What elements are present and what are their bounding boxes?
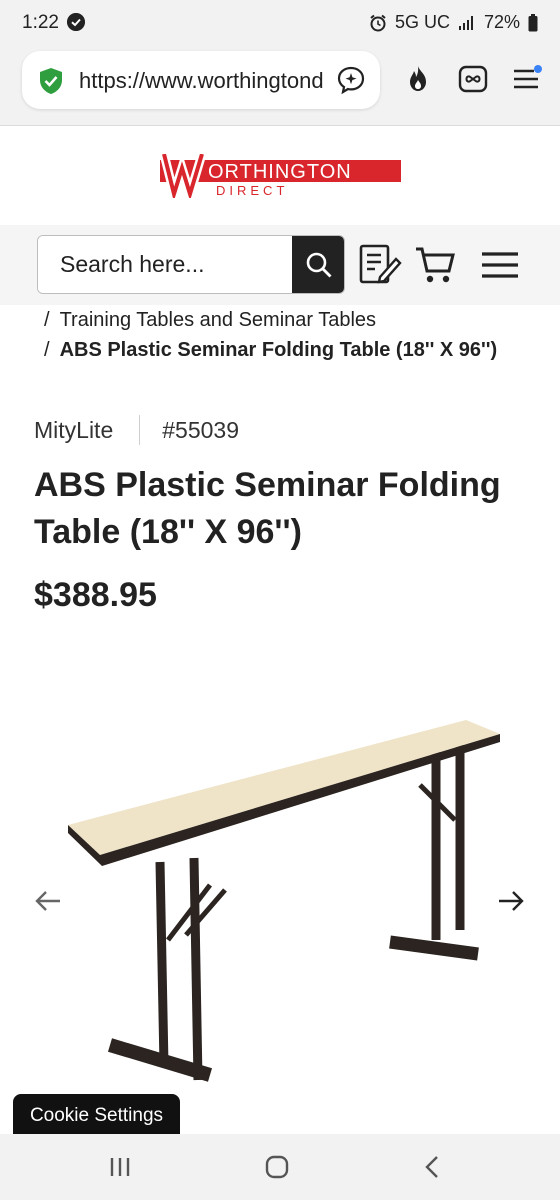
- product-price: $388.95: [34, 576, 157, 614]
- status-time: 1:22: [22, 12, 59, 33]
- search-input[interactable]: [38, 236, 292, 293]
- url-text[interactable]: https://www.worthingtondirect.com: [79, 68, 325, 94]
- product-title: ABS Plastic Seminar Folding Table (18'' …: [34, 466, 501, 551]
- product-gallery: [0, 640, 560, 1135]
- network-label: 5G UC: [394, 12, 450, 32]
- battery-label: 72%: [483, 12, 520, 32]
- home-icon[interactable]: [262, 1152, 292, 1182]
- table-product-image[interactable]: [60, 690, 530, 1100]
- product-meta: MityLite #55039: [34, 415, 239, 445]
- breadcrumb-item-current: / ABS Plastic Seminar Folding Table (18''…: [44, 339, 498, 361]
- product-brand[interactable]: MityLite: [34, 417, 113, 444]
- quote-list-icon[interactable]: [358, 243, 402, 287]
- arrow-left-icon[interactable]: [33, 886, 63, 916]
- back-icon[interactable]: [418, 1152, 448, 1182]
- search-button[interactable]: [292, 236, 344, 293]
- logo-main-text: ORTHINGTON: [208, 161, 352, 183]
- cart-icon[interactable]: [414, 243, 458, 287]
- meta-divider: [139, 415, 141, 445]
- signal-icon: [458, 15, 473, 30]
- tabs-infinity-icon[interactable]: [458, 64, 488, 94]
- search-toolbar: [0, 225, 560, 305]
- breadcrumb-item[interactable]: / Training Tables and Seminar Tables: [44, 307, 497, 337]
- browser-toolbar: https://www.worthingtondirect.com: [0, 46, 560, 126]
- hamburger-menu-icon[interactable]: [480, 243, 520, 287]
- product-sku: #55039: [162, 416, 239, 443]
- status-indicators: 5G UC 72%: [369, 12, 538, 33]
- shield-check-icon[interactable]: [36, 66, 66, 96]
- breadcrumb: / Training Tables and Seminar Tables / ABS…: [44, 307, 497, 367]
- assistant-icon[interactable]: [336, 65, 366, 95]
- alarm-icon: [370, 14, 386, 31]
- address-bar[interactable]: https://www.worthingtondirect.com: [22, 51, 380, 109]
- search-form: [37, 235, 345, 294]
- arrow-right-icon[interactable]: [496, 886, 526, 916]
- worthington-direct-logo[interactable]: ORTHINGTON DIRECT: [160, 154, 401, 198]
- fire-icon[interactable]: [403, 64, 433, 94]
- logo-sub-text: DIRECT: [216, 183, 288, 198]
- recents-icon[interactable]: [105, 1152, 135, 1182]
- battery-icon: [528, 13, 538, 31]
- search-icon: [306, 252, 332, 277]
- cookie-settings-button[interactable]: Cookie Settings: [13, 1094, 180, 1138]
- check-circle-icon: [67, 13, 85, 31]
- system-nav-bar: [0, 1134, 560, 1200]
- site-header: ORTHINGTON DIRECT: [0, 127, 560, 225]
- menu-icon[interactable]: [512, 64, 544, 94]
- status-bar: 1:22 5G UC 72%: [0, 0, 560, 46]
